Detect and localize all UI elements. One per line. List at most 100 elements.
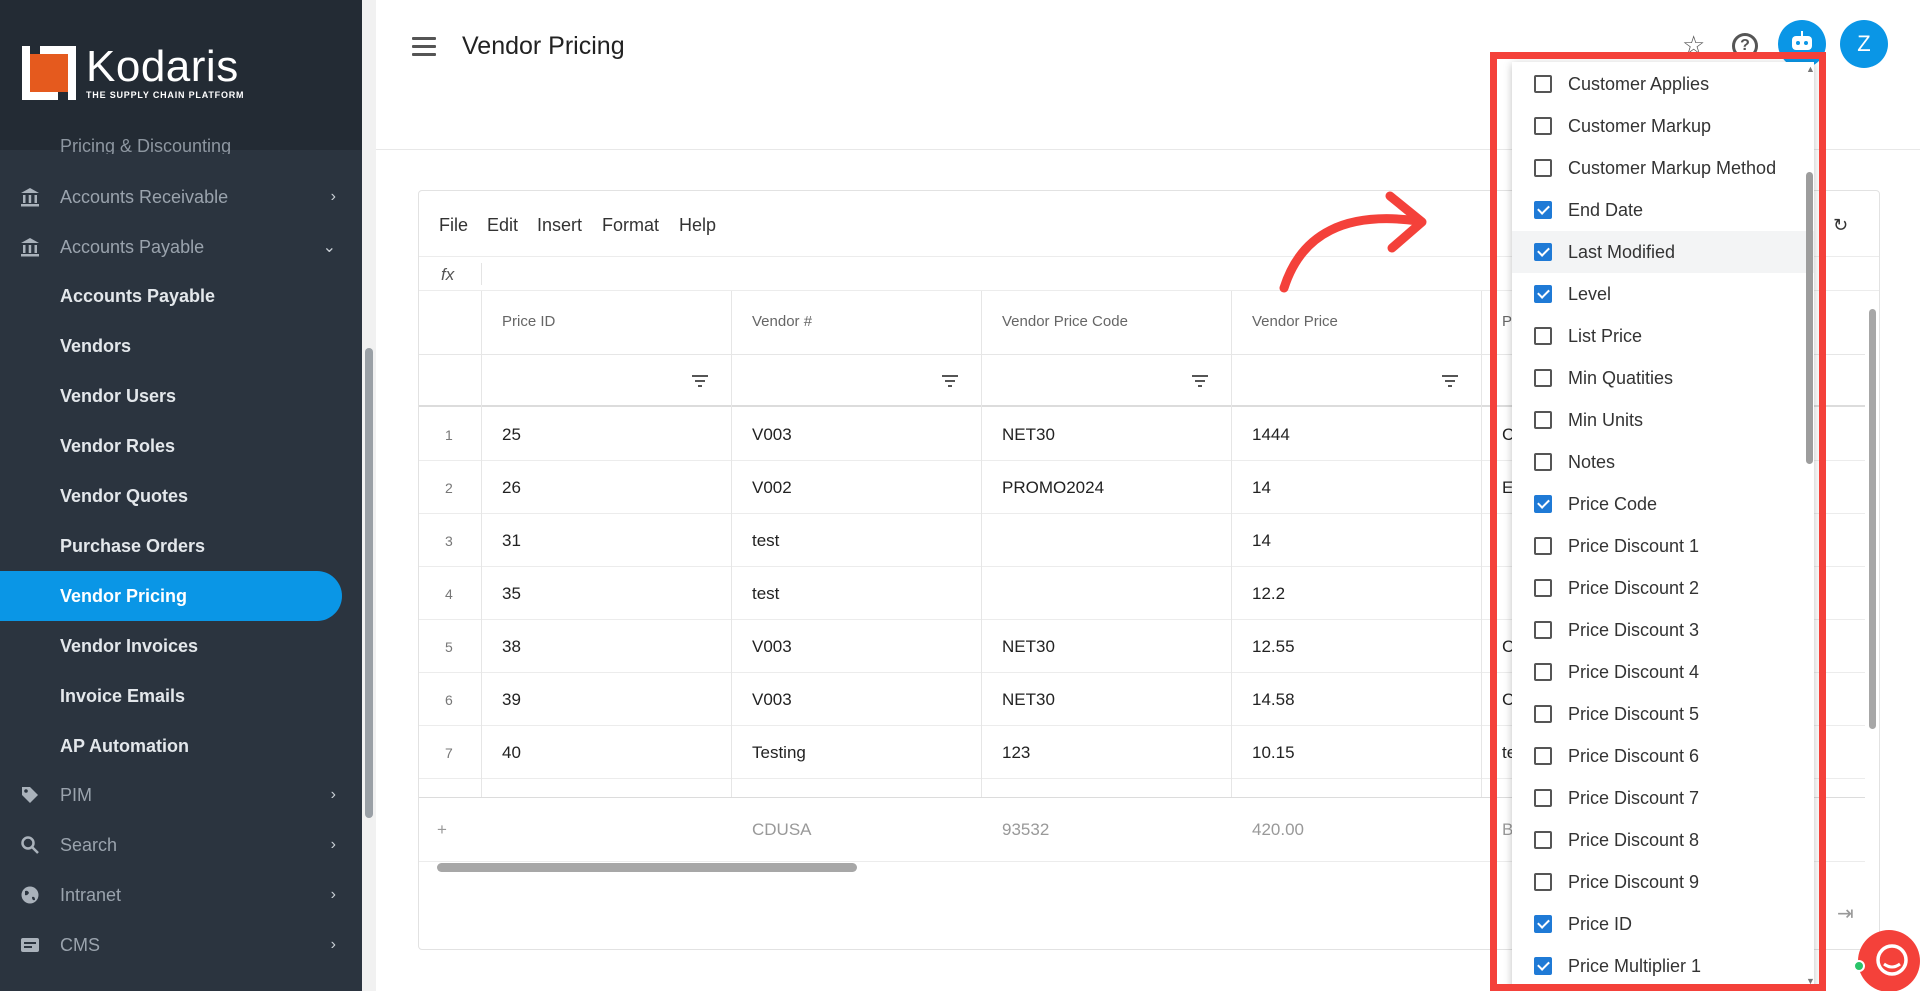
- sidebar-item-intranet[interactable]: Intranet ›: [0, 870, 362, 920]
- column-option[interactable]: Min Quatities: [1512, 357, 1814, 399]
- column-option[interactable]: List Price: [1512, 315, 1814, 357]
- sidebar-item-label: CMS: [60, 934, 100, 955]
- sidebar-item-accounts-payable[interactable]: Accounts Payable ⌄: [0, 222, 362, 272]
- column-option[interactable]: Notes: [1512, 441, 1814, 483]
- sidebar-subitem-purchase-orders[interactable]: Purchase Orders: [0, 521, 342, 571]
- scroll-down-icon[interactable]: ▼: [1806, 976, 1815, 986]
- sidebar-item-pricing-discounting[interactable]: Pricing & Discounting: [0, 132, 362, 154]
- checkbox-unchecked-icon[interactable]: [1534, 705, 1552, 723]
- column-option[interactable]: Price Discount 9: [1512, 861, 1814, 903]
- sidebar-subitem-vendor-invoices[interactable]: Vendor Invoices: [0, 621, 342, 671]
- checkbox-checked-icon[interactable]: [1534, 915, 1552, 933]
- checkbox-unchecked-icon[interactable]: [1534, 117, 1552, 135]
- column-option[interactable]: Min Units: [1512, 399, 1814, 441]
- last-page-icon[interactable]: ⇥: [1837, 901, 1854, 926]
- menu-edit[interactable]: Edit: [487, 215, 518, 236]
- column-option[interactable]: Level: [1512, 273, 1814, 315]
- sidebar-subitem-ap-automation[interactable]: AP Automation: [0, 721, 342, 771]
- grid-horizontal-scrollbar[interactable]: [437, 863, 857, 872]
- checkbox-unchecked-icon[interactable]: [1534, 75, 1552, 93]
- menu-icon[interactable]: [412, 37, 436, 57]
- favorite-star-icon[interactable]: ☆: [1682, 30, 1705, 61]
- column-option[interactable]: Price Discount 3: [1512, 609, 1814, 651]
- help-icon[interactable]: ?: [1732, 33, 1758, 59]
- checkbox-unchecked-icon[interactable]: [1534, 411, 1552, 429]
- column-option[interactable]: Price Discount 7: [1512, 777, 1814, 819]
- column-option[interactable]: Price Code: [1512, 483, 1814, 525]
- column-option-label: Price Discount 6: [1568, 745, 1700, 766]
- scroll-up-icon[interactable]: ▲: [1806, 64, 1815, 74]
- column-option-label: End Date: [1568, 199, 1644, 220]
- robot-icon: [1789, 30, 1815, 58]
- menu-file[interactable]: File: [439, 215, 468, 236]
- user-avatar[interactable]: Z: [1840, 20, 1888, 68]
- column-header-vendor-price-code[interactable]: Vendor Price Code: [1002, 313, 1128, 330]
- sidebar-scrollbar[interactable]: [365, 348, 373, 818]
- column-header-partial[interactable]: P: [1502, 313, 1512, 330]
- checkbox-unchecked-icon[interactable]: [1534, 873, 1552, 891]
- column-option[interactable]: Price Discount 2: [1512, 567, 1814, 609]
- sidebar-subitem-vendor-quotes[interactable]: Vendor Quotes: [0, 471, 342, 521]
- sidebar-item-pim[interactable]: PIM ›: [0, 770, 362, 820]
- checkbox-unchecked-icon[interactable]: [1534, 663, 1552, 681]
- column-header-vendor-number[interactable]: Vendor #: [752, 313, 812, 330]
- column-option[interactable]: Price ID: [1512, 903, 1814, 945]
- grid-vertical-scrollbar[interactable]: [1869, 309, 1876, 729]
- sidebar-subitem-accounts-payable[interactable]: Accounts Payable: [0, 271, 342, 321]
- checkbox-unchecked-icon[interactable]: [1534, 327, 1552, 345]
- dropdown-scrollbar[interactable]: [1806, 172, 1813, 464]
- column-option[interactable]: End Date: [1512, 189, 1814, 231]
- checkbox-checked-icon[interactable]: [1534, 495, 1552, 513]
- checkbox-unchecked-icon[interactable]: [1534, 831, 1552, 849]
- sidebar-subitem-vendor-roles[interactable]: Vendor Roles: [0, 421, 342, 471]
- column-option[interactable]: Customer Applies: [1512, 63, 1814, 105]
- filter-icon[interactable]: [942, 375, 958, 387]
- checkbox-checked-icon[interactable]: [1534, 243, 1552, 261]
- sidebar-subitem-vendors[interactable]: Vendors: [0, 321, 342, 371]
- column-header-price-id[interactable]: Price ID: [502, 313, 555, 330]
- column-option[interactable]: Price Discount 4: [1512, 651, 1814, 693]
- sidebar-subitem-vendor-pricing[interactable]: Vendor Pricing: [0, 571, 342, 621]
- checkbox-unchecked-icon[interactable]: [1534, 453, 1552, 471]
- column-option[interactable]: Price Discount 5: [1512, 693, 1814, 735]
- checkbox-unchecked-icon[interactable]: [1534, 747, 1552, 765]
- sidebar-subitem-invoice-emails[interactable]: Invoice Emails: [0, 671, 342, 721]
- filter-icon[interactable]: [1192, 375, 1208, 387]
- column-option[interactable]: Last Modified: [1512, 231, 1814, 273]
- cms-icon: [20, 935, 40, 955]
- checkbox-checked-icon[interactable]: [1534, 285, 1552, 303]
- column-option[interactable]: Price Discount 1: [1512, 525, 1814, 567]
- column-option[interactable]: Price Discount 8: [1512, 819, 1814, 861]
- checkbox-unchecked-icon[interactable]: [1534, 159, 1552, 177]
- chat-widget-button[interactable]: [1858, 930, 1920, 991]
- filter-icon[interactable]: [1442, 375, 1458, 387]
- kodaris-logo[interactable]: Kodaris THE SUPPLY CHAIN PLATFORM: [22, 45, 244, 100]
- column-option[interactable]: Price Multiplier 1: [1512, 945, 1814, 987]
- column-option[interactable]: Price Discount 6: [1512, 735, 1814, 777]
- column-header-vendor-price[interactable]: Vendor Price: [1252, 313, 1338, 330]
- menu-help[interactable]: Help: [679, 215, 716, 236]
- bank-icon: [20, 237, 40, 257]
- column-option-label: List Price: [1568, 325, 1643, 346]
- column-option[interactable]: Customer Markup: [1512, 105, 1814, 147]
- column-option[interactable]: Customer Markup Method: [1512, 147, 1814, 189]
- ai-assistant-button[interactable]: [1778, 20, 1826, 68]
- refresh-icon[interactable]: ↻: [1833, 215, 1848, 236]
- sidebar-item-search[interactable]: Search ›: [0, 820, 362, 870]
- sidebar-item-cms[interactable]: CMS ›: [0, 920, 362, 970]
- menu-insert[interactable]: Insert: [537, 215, 582, 236]
- checkbox-unchecked-icon[interactable]: [1534, 537, 1552, 555]
- checkbox-unchecked-icon[interactable]: [1534, 579, 1552, 597]
- filter-icon[interactable]: [692, 375, 708, 387]
- sidebar-item-accounts-receivable[interactable]: Accounts Receivable ›: [0, 172, 362, 222]
- menu-format[interactable]: Format: [602, 215, 659, 236]
- checkbox-unchecked-icon[interactable]: [1534, 789, 1552, 807]
- checkbox-checked-icon[interactable]: [1534, 201, 1552, 219]
- checkbox-unchecked-icon[interactable]: [1534, 621, 1552, 639]
- checkbox-checked-icon[interactable]: [1534, 957, 1552, 975]
- sidebar-header: Kodaris THE SUPPLY CHAIN PLATFORM: [0, 0, 362, 150]
- checkbox-unchecked-icon[interactable]: [1534, 369, 1552, 387]
- sidebar-item-label: Search: [60, 834, 118, 855]
- add-row-button[interactable]: +: [437, 820, 447, 840]
- sidebar-subitem-vendor-users[interactable]: Vendor Users: [0, 371, 342, 421]
